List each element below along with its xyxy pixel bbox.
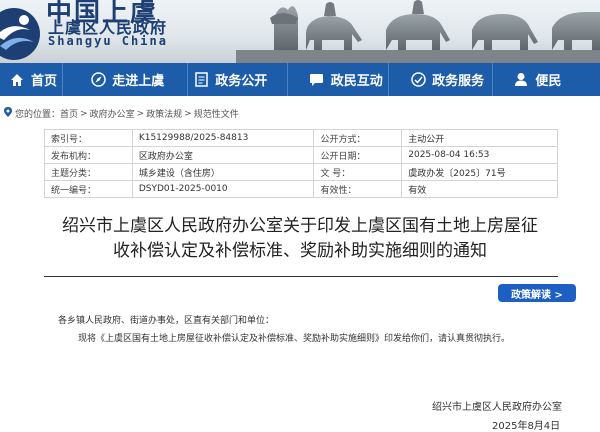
table-row: 主题分类： 城乡建设（含住房） 文 号： 虞政办发〔2025〕71号 [44, 163, 558, 181]
nav-item-home[interactable]: 首页 [0, 63, 62, 96]
meta-value: K15129988/2025-84813 [131, 129, 315, 147]
breadcrumb-link-policy[interactable]: 政策法规 [146, 107, 182, 120]
meta-value: 城乡建设（含住房） [131, 163, 315, 181]
chat-icon [308, 71, 326, 89]
nav-item-label: 走进上虞 [112, 74, 165, 89]
table-row: 统一编号： DSYD01-2025-0010 有效性： 有效 [44, 180, 558, 198]
breadcrumb-separator: > [80, 108, 88, 119]
policy-interpretation-button[interactable]: 政策解读 > [498, 284, 576, 302]
document-icon [192, 71, 210, 89]
document-salutation: 各乡镇人民政府、街道办事处，区直有关部门和单位： [58, 316, 275, 326]
meta-value: 区政府办公室 [131, 146, 315, 164]
signature-org: 绍兴市上虞区人民政府办公室 [432, 402, 562, 413]
breadcrumb-prefix: 您的位置： [15, 110, 61, 120]
signature-date: 2025年8月4日 [492, 421, 561, 432]
nav-item-convenience[interactable]: 便民 [492, 63, 600, 96]
breadcrumb-link-normative[interactable]: 规范性文件 [194, 107, 239, 120]
document-title-line: 收补偿认定及补偿标准、奖励补助实施细则的通知 [113, 241, 487, 261]
meta-label: 有效性： [313, 180, 403, 198]
site-banner: 中国上虞 上虞区人民政府 Shangyu China [0, 0, 600, 63]
compass-icon [89, 71, 107, 89]
breadcrumb: 您的位置： 首页 > 政府办公室 > 政策法规 > 规范性文件 [4, 107, 239, 120]
table-row: 发布机构： 区政府办公室 公开日期： 2025-08-04 16:53 [44, 146, 558, 164]
breadcrumb-link-home[interactable]: 首页 [60, 107, 78, 120]
nav-item-label: 政务服务 [432, 74, 485, 89]
location-icon [4, 107, 12, 120]
banner-statues-image [236, 0, 600, 63]
meta-label: 主题分类： [44, 163, 133, 181]
breadcrumb-link-office[interactable]: 政府办公室 [90, 107, 135, 120]
meta-label: 统一编号： [44, 180, 133, 198]
meta-value: 主动公开 [401, 129, 558, 147]
table-row: 索引号： K15129988/2025-84813 公开方式： 主动公开 [44, 129, 558, 147]
document-meta-table: 索引号： K15129988/2025-84813 公开方式： 主动公开 发布机… [44, 129, 558, 198]
nav-item-label: 首页 [31, 74, 58, 89]
user-icon [512, 71, 530, 89]
nav-item-gov-affairs[interactable]: 政务公开 [188, 63, 287, 96]
document-body: 现将《上虞区国有土地上房屋征收补偿认定及补偿标准、奖励补助实施细则》印发给你们，… [78, 334, 511, 344]
meta-label: 发布机构： [44, 146, 133, 164]
breadcrumb-separator: > [136, 108, 145, 119]
meta-value: DSYD01-2025-0010 [131, 180, 315, 198]
service-icon [409, 71, 427, 89]
nav-item-label: 便民 [535, 74, 562, 89]
meta-label: 公开方式： [313, 129, 403, 147]
document-title-line: 绍兴市上虞区人民政府办公室关于印发上虞区国有土地上房屋征 [62, 216, 538, 236]
meta-value: 有效 [401, 180, 558, 198]
meta-label: 索引号： [44, 129, 133, 147]
site-subtitle-en: Shangyu China [48, 34, 168, 48]
nav-item-label: 政务公开 [215, 74, 268, 89]
home-icon [8, 71, 26, 89]
nav-item-label: 政民互动 [330, 74, 383, 89]
nav-item-interaction[interactable]: 政民互动 [288, 63, 389, 96]
main-nav: 首页 走进上虞 政务公开 政民互动 政务服务 便民 [0, 63, 600, 96]
meta-value: 2025-08-04 16:53 [401, 146, 558, 164]
title-divider [44, 276, 558, 277]
meta-label: 公开日期： [313, 146, 403, 164]
breadcrumb-separator: > [184, 108, 192, 119]
nav-item-services[interactable]: 政务服务 [389, 63, 491, 96]
meta-value: 虞政办发〔2025〕71号 [401, 163, 558, 181]
document-title: 绍兴市上虞区人民政府办公室关于印发上虞区国有土地上房屋征 收补偿认定及补偿标准、… [40, 214, 560, 264]
nav-item-about[interactable]: 走进上虞 [63, 63, 187, 96]
meta-label: 文 号： [313, 163, 403, 181]
